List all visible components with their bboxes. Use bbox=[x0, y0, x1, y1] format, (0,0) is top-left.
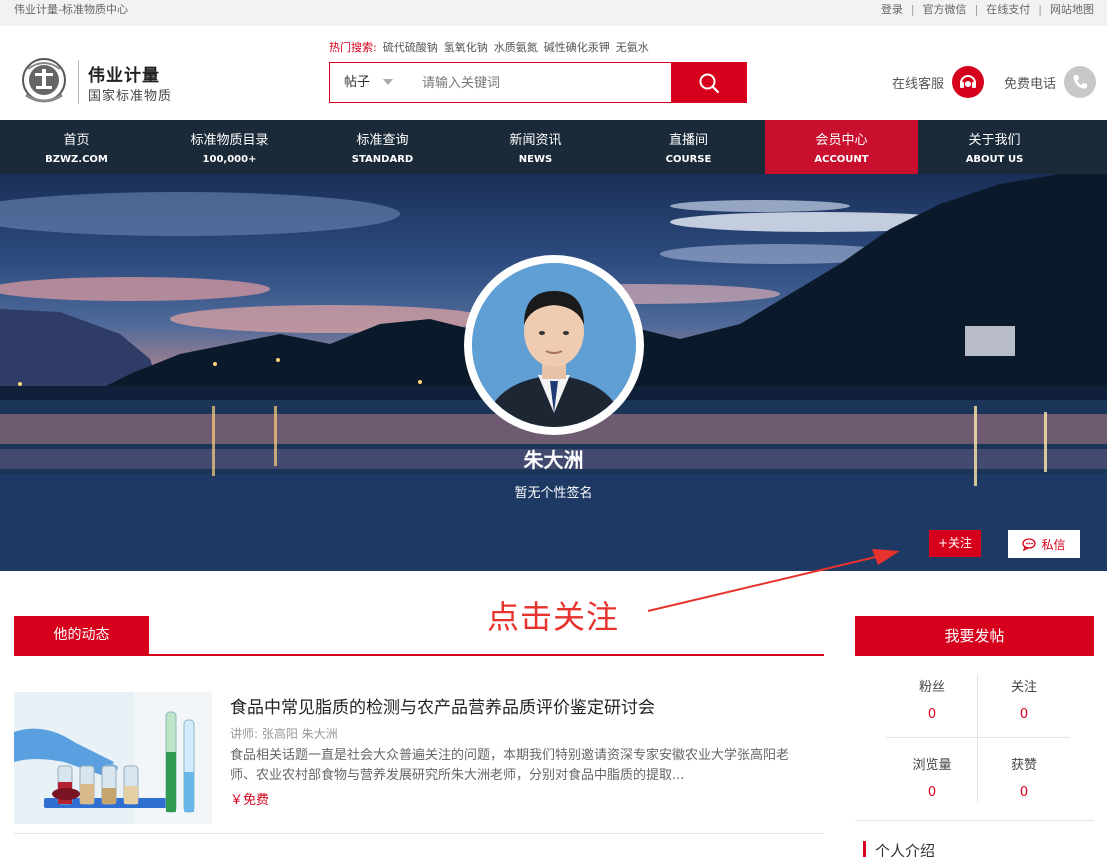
stat-value: 0 bbox=[927, 785, 937, 800]
divider bbox=[886, 737, 1070, 738]
logo-icon[interactable] bbox=[18, 55, 70, 105]
post-price: ￥免费 bbox=[230, 793, 270, 808]
stat-label: 粉丝 bbox=[918, 680, 945, 695]
wechat-link[interactable]: 官方微信 bbox=[923, 0, 967, 19]
nav-sublabel: STANDARD bbox=[351, 154, 414, 165]
user-stats: 粉丝 0 关注 0 浏览量 0 获赞 0 bbox=[886, 672, 1070, 802]
nav-sublabel: ACCOUNT bbox=[814, 154, 869, 165]
stat-label: 浏览量 bbox=[912, 758, 952, 773]
main-nav: 首页 BZWZ.COM 标准物质目录 100,000+ 标准查询 STANDAR… bbox=[0, 120, 1107, 174]
logo-divider bbox=[78, 60, 79, 104]
stat-likes[interactable]: 获赞 0 bbox=[978, 754, 1070, 800]
top-links: 登录 | 官方微信 | 在线支付 | 网站地图 bbox=[881, 0, 1094, 19]
avatar bbox=[472, 263, 636, 427]
login-link[interactable]: 登录 bbox=[881, 0, 903, 19]
online-service[interactable]: 在线客服 bbox=[892, 66, 985, 98]
customer-service-icon bbox=[952, 66, 985, 98]
site-name: 伟业计量-标准物质中心 bbox=[14, 3, 128, 16]
intro-title: 个人介绍 bbox=[863, 840, 935, 857]
stat-value: 0 bbox=[1019, 785, 1029, 800]
nav-label: 首页 bbox=[63, 133, 90, 148]
search-icon bbox=[699, 73, 719, 93]
post-thumbnail[interactable] bbox=[14, 692, 212, 824]
stat-views[interactable]: 浏览量 0 bbox=[886, 754, 978, 800]
annotation-text: 点击关注 bbox=[487, 598, 620, 636]
nav-label: 关于我们 bbox=[968, 133, 1021, 148]
chevron-down-icon[interactable] bbox=[383, 79, 393, 85]
post-title[interactable]: 食品中常见脂质的检测与农产品营养品质评价鉴定研讨会 bbox=[230, 693, 655, 718]
phone-icon bbox=[1064, 66, 1097, 98]
sitemap-link[interactable]: 网站地图 bbox=[1050, 0, 1094, 19]
stat-fans[interactable]: 粉丝 0 bbox=[886, 676, 978, 722]
hot-term[interactable]: 水质氨氮 bbox=[494, 39, 538, 55]
private-message-button[interactable]: 私信 bbox=[1008, 530, 1080, 558]
brand-name[interactable]: 伟业计量 bbox=[88, 61, 160, 86]
user-name: 朱大洲 bbox=[523, 448, 584, 472]
top-bar: 伟业计量-标准物质中心 登录 | 官方微信 | 在线支付 | 网站地图 bbox=[0, 0, 1107, 26]
separator: | bbox=[910, 3, 915, 16]
tab-activity[interactable]: 他的动态 bbox=[14, 616, 149, 654]
nav-item-catalog[interactable]: 标准物质目录 100,000+ bbox=[153, 120, 306, 174]
nav-sublabel: BZWZ.COM bbox=[45, 154, 108, 165]
search-input[interactable] bbox=[422, 71, 662, 95]
free-phone-label: 免费电话 bbox=[1004, 76, 1057, 92]
stat-label: 关注 bbox=[1010, 680, 1037, 695]
profile-banner: 朱大洲 暂无个性签名 +关注 私信 bbox=[0, 174, 1107, 571]
brand-subtitle: 国家标准物质 bbox=[88, 89, 173, 104]
hot-term[interactable]: 硫代硫酸钠 bbox=[383, 39, 438, 55]
nav-item-course[interactable]: 直播间 COURSE bbox=[612, 120, 765, 174]
post-description: 食品相关话题一直是社会大众普遍关注的问题，本期我们特别邀请资深专家安徽农业大学张… bbox=[230, 748, 790, 783]
nav-label: 直播间 bbox=[668, 133, 708, 148]
hot-term[interactable]: 碱性碘化汞钾 bbox=[544, 39, 610, 55]
stat-label: 获赞 bbox=[1010, 758, 1037, 773]
divider bbox=[855, 820, 1094, 821]
online-pay-link[interactable]: 在线支付 bbox=[986, 0, 1030, 19]
nav-label: 会员中心 bbox=[815, 133, 868, 148]
chat-icon bbox=[1022, 537, 1037, 551]
nav-label: 标准查询 bbox=[356, 133, 409, 148]
free-phone[interactable]: 免费电话 bbox=[1004, 66, 1097, 98]
nav-item-account[interactable]: 会员中心 ACCOUNT bbox=[765, 120, 918, 174]
hot-term[interactable]: 氢氧化钠 bbox=[444, 39, 488, 55]
nav-label: 标准物质目录 bbox=[190, 133, 269, 148]
search-category-select[interactable]: 帖子 bbox=[344, 63, 370, 102]
header: 伟业计量 国家标准物质 热门搜索: 硫代硫酸钠 氢氧化钠 水质氨氮 碱性碘化汞钾… bbox=[0, 26, 1107, 120]
nav-label: 新闻资讯 bbox=[509, 133, 562, 148]
stat-following[interactable]: 关注 0 bbox=[978, 676, 1070, 722]
separator: | bbox=[974, 3, 979, 16]
nav-item-news[interactable]: 新闻资讯 NEWS bbox=[459, 120, 612, 174]
private-message-label: 私信 bbox=[1041, 537, 1066, 552]
nav-item-standard[interactable]: 标准查询 STANDARD bbox=[306, 120, 459, 174]
nav-sublabel: NEWS bbox=[518, 154, 553, 165]
nav-item-about[interactable]: 关于我们 ABOUT US bbox=[918, 120, 1071, 174]
tab-underline bbox=[14, 654, 824, 656]
hot-search: 热门搜索: 硫代硫酸钠 氢氧化钠 水质氨氮 碱性碘化汞钾 无氨水 bbox=[329, 39, 649, 55]
nav-item-home[interactable]: 首页 BZWZ.COM bbox=[0, 120, 153, 174]
divider bbox=[14, 833, 824, 834]
hot-search-label: 热门搜索: bbox=[329, 41, 377, 54]
nav-sublabel: ABOUT US bbox=[965, 154, 1024, 165]
search-button[interactable] bbox=[671, 63, 746, 102]
stat-value: 0 bbox=[927, 707, 937, 722]
follow-button[interactable]: +关注 bbox=[929, 530, 981, 557]
post-lecturer: 讲师: 张高阳 朱大洲 bbox=[230, 727, 338, 741]
search-bar: 帖子 bbox=[329, 62, 747, 103]
nav-sublabel: 100,000+ bbox=[202, 154, 257, 165]
hot-term[interactable]: 无氨水 bbox=[616, 39, 649, 55]
stat-value: 0 bbox=[1019, 707, 1029, 722]
online-service-label: 在线客服 bbox=[892, 76, 945, 92]
publish-post-button[interactable]: 我要发帖 bbox=[855, 616, 1094, 656]
list-item[interactable]: 食品中常见脂质的检测与农产品营养品质评价鉴定研讨会 讲师: 张高阳 朱大洲 食品… bbox=[14, 692, 824, 825]
nav-sublabel: COURSE bbox=[665, 154, 712, 165]
user-signature: 暂无个性签名 bbox=[514, 486, 593, 501]
separator: | bbox=[1038, 3, 1042, 16]
